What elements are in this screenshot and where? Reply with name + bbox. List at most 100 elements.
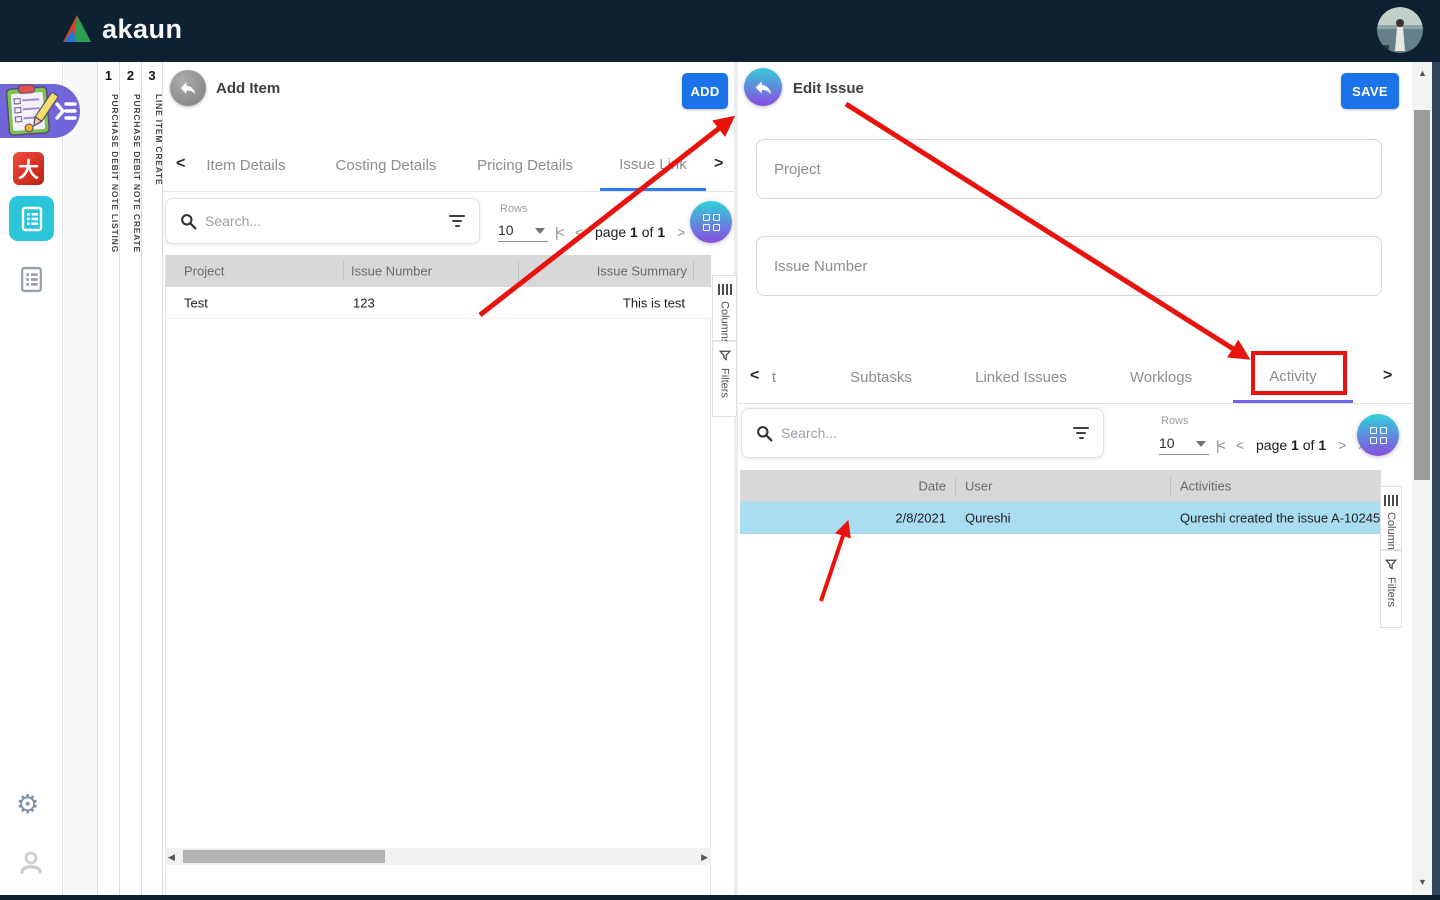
add-button[interactable]: ADD [682,73,728,109]
tab-subtasks[interactable]: Subtasks [836,352,926,403]
scroll-down-icon[interactable]: ▼ [1418,877,1427,887]
back-arrow-icon [755,80,771,94]
funnel-icon [718,350,731,361]
vertical-tab-number: 3 [148,68,156,83]
prev-page-icon[interactable]: < [1236,437,1244,453]
window-edge [1432,62,1440,900]
back-button[interactable] [170,70,206,106]
vertical-tab-2[interactable]: 2 PURCHASE DEBIT NOTE CREATE [119,62,142,895]
tabs-scroll-right-icon[interactable]: > [1383,367,1392,385]
first-page-icon[interactable]: |< [1216,437,1226,453]
issue-number-field[interactable]: Issue Number [756,236,1382,296]
horizontal-scrollbar-thumb[interactable] [183,850,385,863]
tab-worklogs[interactable]: Worklogs [1116,352,1206,403]
page-indicator: page 1 of 1 [595,224,666,240]
vertical-tab-number: 1 [104,68,113,83]
tab-issue-link[interactable]: Issue Link [600,140,706,191]
bottom-bar [0,895,1440,900]
save-button[interactable]: SAVE [1341,73,1399,109]
tab-item-details[interactable]: Item Details [196,140,296,191]
expand-menu-icon [55,102,77,120]
scroll-left-icon[interactable]: ◀ [168,852,175,863]
tab-partial[interactable]: t [766,352,782,403]
active-applet-menu-button[interactable] [0,84,80,138]
project-field[interactable]: Project [756,139,1382,199]
vertical-tab-number: 2 [126,68,135,83]
akaun-triangle-icon [63,15,91,42]
columns-icon [717,284,732,295]
scroll-up-icon[interactable]: ▲ [1418,68,1427,78]
vertical-tab-label: LINE ITEM CREATE [154,94,164,186]
grid-icon [702,213,720,231]
filter-list-icon[interactable] [1073,427,1089,439]
app-root: akaun 大 ⚙ 1 PURCHASE DEBIT NOTE LISTING … [0,0,1440,900]
rows-caret-icon[interactable] [1196,441,1206,447]
vertical-tab-1[interactable]: 1 PURCHASE DEBIT NOTE LISTING [97,62,120,895]
panel-title: Edit Issue [793,80,864,97]
grid-icon [1369,426,1387,444]
scroll-right-icon[interactable]: ▶ [701,852,708,863]
clipboard-illustration [5,84,59,136]
filters-strip-label: Filters [718,368,731,398]
cell-date: 2/8/2021 [895,510,946,525]
next-page-icon[interactable]: > [1338,437,1346,453]
add-item-panel: Add Item ADD < Item Details Costing Deta… [163,62,734,900]
col-project: Project [184,263,225,279]
columns-strip-button[interactable]: Columns [712,275,737,345]
applet-sidebar [0,62,63,895]
profile-person-icon[interactable] [19,850,43,879]
activity-table-header: Date User Activities [740,470,1381,502]
next-page-icon[interactable]: > [677,224,685,240]
rows-label: Rows [500,203,528,215]
prev-page-icon[interactable]: < [575,224,583,240]
grid-view-button[interactable] [690,201,732,243]
issue-link-table-header: Project Issue Number Issue Summary [166,255,711,287]
columns-strip-label: Columns [718,301,731,345]
brand-name: akaun [102,13,183,44]
top-navbar: akaun [0,0,1440,62]
col-user: User [965,478,993,494]
applet-icon-ledger-active[interactable] [9,196,54,241]
filters-strip-button[interactable]: Filters [1380,550,1402,628]
grid-view-button[interactable] [1357,414,1399,456]
rows-caret-icon[interactable] [535,228,545,234]
pagination: |< < page 1 of 1 > >| [555,224,707,240]
cell-project: Test [184,295,208,310]
add-item-tabs: < Item Details Costing Details Pricing D… [163,140,734,192]
vertical-tab-label: PURCHASE DEBIT NOTE CREATE [132,94,142,254]
cell-activities: Qureshi created the issue A-10245 [1180,510,1381,525]
rows-label: Rows [1161,415,1189,427]
settings-gear-icon[interactable]: ⚙ [16,789,39,820]
brand-logo[interactable]: akaun [60,12,183,46]
col-issue-number: Issue Number [351,263,432,279]
columns-strip-button[interactable]: Columns [1380,486,1402,555]
search-input[interactable] [781,425,1065,441]
first-page-icon[interactable]: |< [555,224,565,240]
filters-strip-button[interactable]: Filters [712,341,737,417]
back-button[interactable] [744,68,782,106]
tabs-scroll-left-icon[interactable]: < [750,367,759,385]
activity-table-row[interactable]: 2/8/2021 Qureshi Qureshi created the iss… [740,502,1381,534]
tab-costing-details[interactable]: Costing Details [330,140,442,191]
tab-linked-issues[interactable]: Linked Issues [966,352,1076,403]
tabs-scroll-left-icon[interactable]: < [176,155,185,173]
ledger-icon [21,206,42,231]
filter-list-icon[interactable] [449,215,465,227]
issue-number-field-label: Issue Number [774,258,868,275]
funnel-icon [1385,559,1397,570]
vertical-tab-3[interactable]: 3 LINE ITEM CREATE [141,62,164,895]
tabs-scroll-right-icon[interactable]: > [714,155,723,173]
tab-pricing-details[interactable]: Pricing Details [470,140,580,191]
tab-activity[interactable]: Activity [1233,352,1353,403]
user-avatar[interactable] [1377,7,1423,53]
applet-icon-ledger-inactive[interactable] [18,265,45,294]
issue-link-search [165,198,480,244]
cell-issue-summary: This is test [622,295,685,310]
search-icon [181,213,197,229]
search-input[interactable] [205,213,441,229]
project-field-label: Project [774,161,821,178]
applet-icon-red[interactable]: 大 [13,152,44,185]
back-arrow-icon [180,82,196,95]
vertical-scrollbar-thumb[interactable] [1414,110,1430,480]
issue-link-table-row[interactable]: Test 123 This is test [166,287,711,319]
